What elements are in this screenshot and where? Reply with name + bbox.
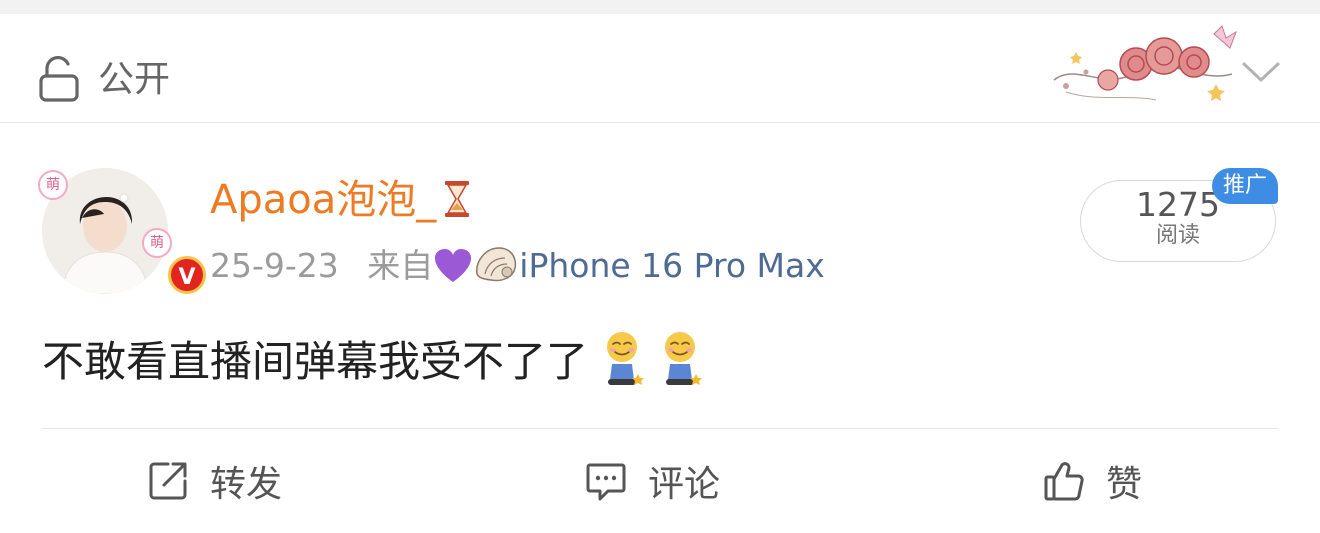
post-body: 不敢看直播间弹幕我受不了了 xyxy=(42,337,589,386)
shell-icon xyxy=(473,244,519,291)
username[interactable]: Apaoa泡泡_ xyxy=(210,178,472,222)
meng-badge-icon: 萌 xyxy=(142,228,172,258)
username-text: Apaoa泡泡_ xyxy=(210,177,437,223)
post-date: 25-9-23 xyxy=(210,246,339,285)
like-button[interactable]: 赞 xyxy=(1042,455,1142,507)
kneeling-emoji-icon xyxy=(665,332,703,385)
thumbs-up-icon xyxy=(1044,462,1084,501)
divider xyxy=(42,428,1278,429)
comment-button[interactable]: 评论 xyxy=(584,455,720,507)
meng-badge-icon: 萌 xyxy=(38,170,68,200)
repost-icon xyxy=(149,462,187,500)
comment-label: 评论 xyxy=(648,464,721,505)
post-meta: 25-9-23 来自 iPhone 16 Pro Max xyxy=(210,244,825,291)
post-text: 不敢看直播间弹幕我受不了了 xyxy=(42,330,704,388)
avatar[interactable]: 萌 萌 V xyxy=(38,166,206,298)
read-label: 阅读 xyxy=(1155,223,1200,249)
chevron-down-icon[interactable] xyxy=(1240,56,1282,86)
comment-icon xyxy=(586,463,626,501)
repost-label: 转发 xyxy=(210,464,283,505)
kneeling-emoji-icon xyxy=(607,332,645,385)
repost-button[interactable]: 转发 xyxy=(146,455,282,507)
visibility-bar[interactable]: 公开 xyxy=(0,14,1320,123)
source-prefix: 来自 xyxy=(367,246,434,285)
lock-open-icon xyxy=(39,56,79,102)
purple-heart-icon xyxy=(433,248,473,291)
top-separator-strip xyxy=(0,0,1320,14)
like-label: 赞 xyxy=(1106,464,1143,505)
hourglass-icon xyxy=(445,181,470,217)
promote-badge[interactable]: 推广 xyxy=(1212,168,1278,204)
rose-decoration-icon xyxy=(1053,25,1237,101)
verified-badge-icon: V xyxy=(168,256,206,294)
visibility-label: 公开 xyxy=(98,59,171,100)
device-link[interactable]: iPhone 16 Pro Max xyxy=(519,246,824,285)
